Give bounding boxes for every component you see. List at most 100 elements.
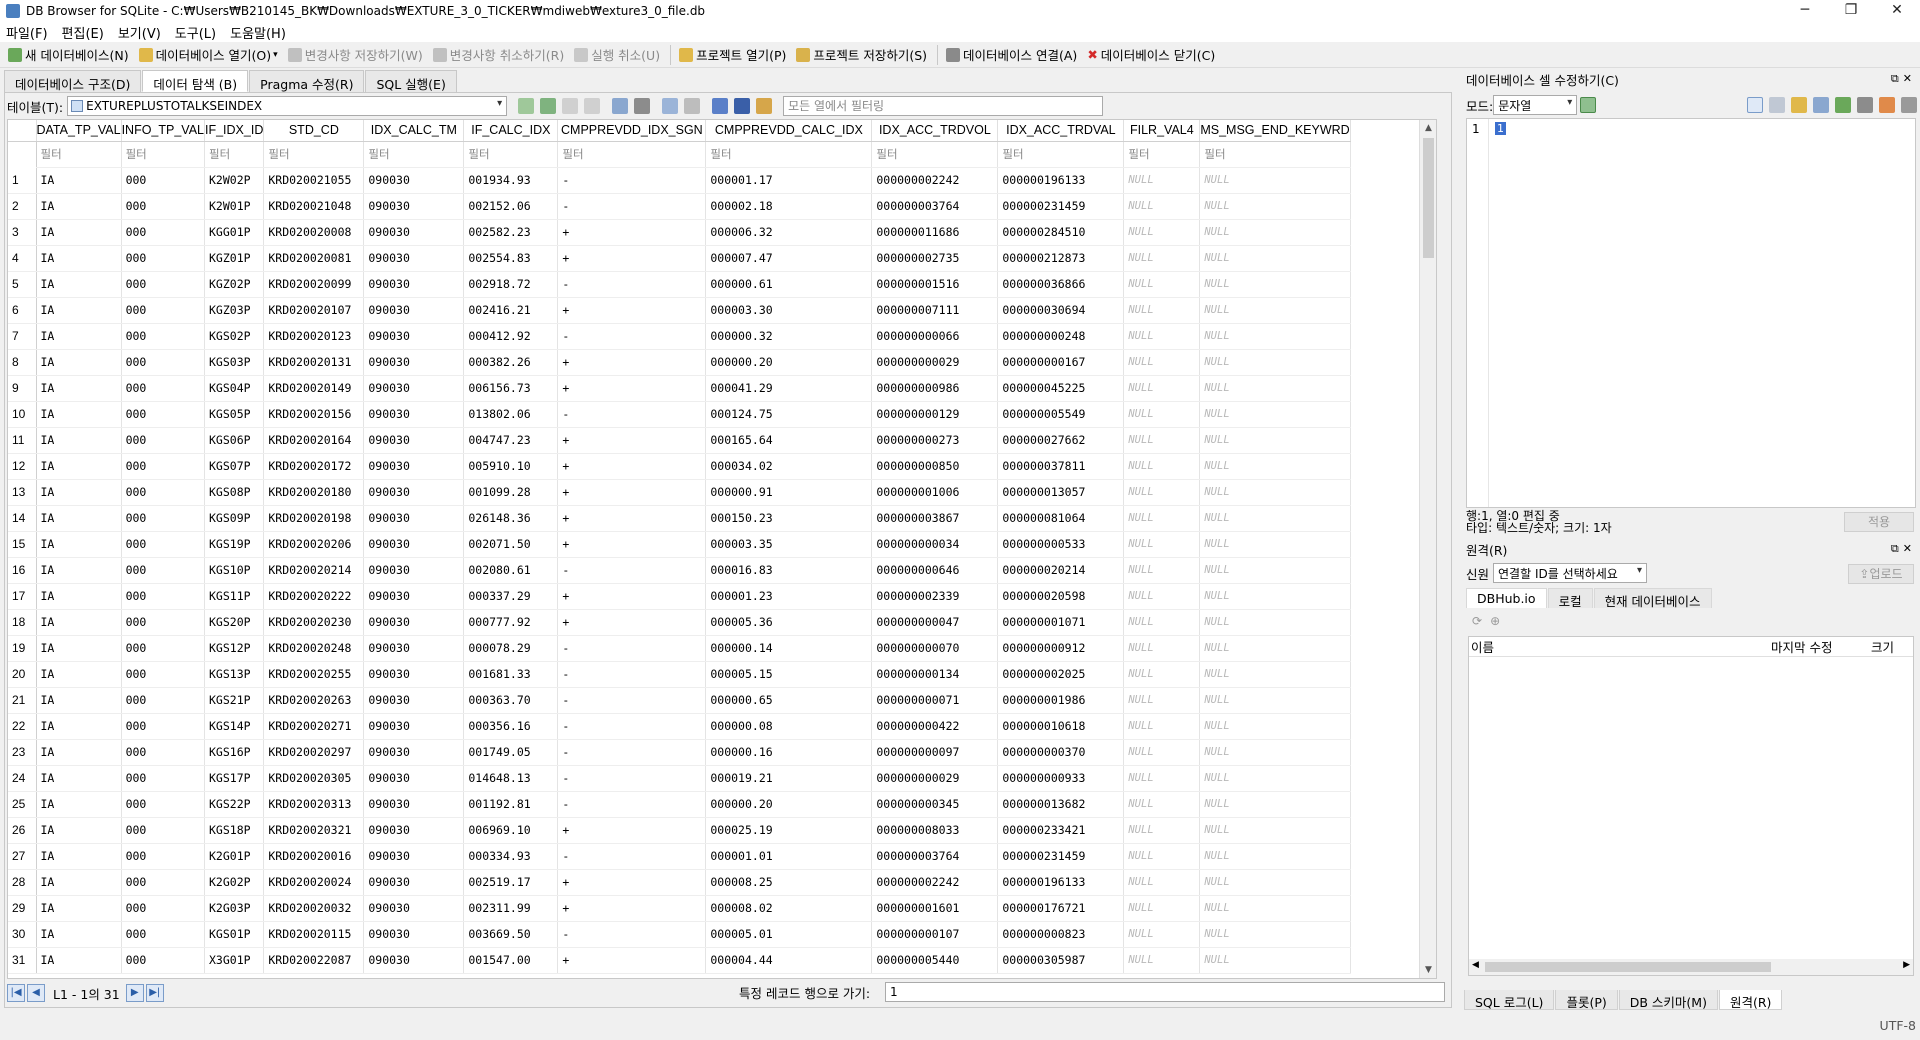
table-cell[interactable]: 000 xyxy=(121,895,206,922)
table-cell[interactable]: KGS22P xyxy=(204,791,265,818)
table-cell[interactable]: KGS01P xyxy=(204,921,265,948)
table-cell[interactable]: 000000000107 xyxy=(871,921,999,948)
first-record-icon[interactable]: |◀ xyxy=(7,984,25,1002)
table-cell[interactable]: 000000003764 xyxy=(871,193,999,220)
column-header[interactable]: CMPPREVDD_CALC_IDX xyxy=(705,120,873,142)
table-cell[interactable]: 090030 xyxy=(363,375,465,402)
table-cell[interactable]: NULL xyxy=(1123,505,1201,532)
table-cell[interactable]: + xyxy=(557,505,707,532)
table-cell[interactable]: 001192.81 xyxy=(463,791,559,818)
table-cell[interactable]: 000 xyxy=(121,661,206,688)
table-cell[interactable]: 000000010618 xyxy=(997,713,1125,740)
table-cell[interactable]: 090030 xyxy=(363,895,465,922)
row-number[interactable]: 21 xyxy=(8,687,37,714)
table-cell[interactable]: KRD020020123 xyxy=(263,323,365,350)
table-cell[interactable]: NULL xyxy=(1123,401,1201,428)
table-cell[interactable]: - xyxy=(557,271,707,298)
table-cell[interactable]: 000000176721 xyxy=(997,895,1125,922)
column-filter-input[interactable]: 필터 xyxy=(120,140,206,168)
table-cell[interactable]: IA xyxy=(36,245,122,272)
table-cell[interactable]: 002519.17 xyxy=(463,869,559,896)
table-cell[interactable]: KRD020020008 xyxy=(263,219,365,246)
table-cell[interactable]: NULL xyxy=(1123,453,1201,480)
table-cell[interactable]: 000000027662 xyxy=(997,427,1125,454)
table-cell[interactable]: 090030 xyxy=(363,791,465,818)
print-icon[interactable] xyxy=(1901,97,1917,113)
table-cell[interactable]: + xyxy=(557,583,707,610)
table-cell[interactable]: 000 xyxy=(121,687,206,714)
column-header[interactable]: STD_CD xyxy=(263,120,365,142)
column-last-modified[interactable]: 마지막 수정 xyxy=(1771,637,1871,656)
table-cell[interactable]: 090030 xyxy=(363,245,465,272)
column-filter-input[interactable]: 필터 xyxy=(1123,140,1201,168)
row-number[interactable]: 28 xyxy=(8,869,37,896)
table-cell[interactable]: KGS08P xyxy=(204,479,265,506)
row-number[interactable]: 20 xyxy=(8,661,37,688)
table-cell[interactable]: - xyxy=(557,921,707,948)
table-cell[interactable]: 000000011686 xyxy=(871,219,999,246)
row-number[interactable]: 13 xyxy=(8,479,37,506)
table-cell[interactable]: + xyxy=(557,531,707,558)
table-cell[interactable]: 000000003867 xyxy=(871,505,999,532)
table-cell[interactable]: KRD020020313 xyxy=(263,791,365,818)
goto-record-input[interactable]: 1 xyxy=(885,982,1445,1002)
tab-current-database[interactable]: 현재 데이터베이스 xyxy=(1593,588,1712,609)
table-cell[interactable]: 000000007111 xyxy=(871,297,999,324)
table-cell[interactable]: 000000013057 xyxy=(997,479,1125,506)
table-cell[interactable]: + xyxy=(557,453,707,480)
table-row[interactable]: 30 IA 000 KGS01P KRD020020115 090030 003669.50… xyxy=(8,921,1351,948)
table-cell[interactable]: NULL xyxy=(1199,791,1351,818)
column-filter-input[interactable]: 필터 xyxy=(363,140,465,168)
table-cell[interactable]: NULL xyxy=(1199,427,1351,454)
table-cell[interactable]: 090030 xyxy=(363,739,465,766)
table-cell[interactable]: KRD020020156 xyxy=(263,401,365,428)
table-cell[interactable]: 000 xyxy=(121,271,206,298)
table-row[interactable]: 25 IA 000 KGS22P KRD020020313 090030 001192.81… xyxy=(8,791,1351,818)
table-cell[interactable]: 090030 xyxy=(363,817,465,844)
text-mode-icon[interactable] xyxy=(1747,97,1763,113)
clone-icon[interactable]: ⊕ xyxy=(1490,614,1500,628)
table-cell[interactable]: 090030 xyxy=(363,583,465,610)
table-row[interactable]: 6 IA 000 KGZ03P KRD020020107 090030 002416.21 +… xyxy=(8,297,1351,324)
table-cell[interactable]: 000000020214 xyxy=(997,557,1125,584)
table-cell[interactable]: 000000000646 xyxy=(871,557,999,584)
table-cell[interactable]: K2G02P xyxy=(204,869,265,896)
table-cell[interactable]: 000000030694 xyxy=(997,297,1125,324)
table-cell[interactable]: + xyxy=(557,297,707,324)
table-cell[interactable]: 000 xyxy=(121,817,206,844)
close-panel-icon[interactable]: ✕ xyxy=(1903,72,1916,85)
table-cell[interactable]: 000 xyxy=(121,635,206,662)
table-cell[interactable]: + xyxy=(557,947,707,974)
table-cell[interactable]: 006969.10 xyxy=(463,817,559,844)
table-cell[interactable]: KRD020020321 xyxy=(263,817,365,844)
table-cell[interactable]: 000000000129 xyxy=(871,401,999,428)
menu-view[interactable]: 보기(V) xyxy=(118,23,161,42)
table-cell[interactable]: NULL xyxy=(1199,635,1351,662)
table-cell[interactable]: 001934.93 xyxy=(463,167,559,194)
table-cell[interactable]: KRD020020230 xyxy=(263,609,365,636)
table-cell[interactable]: 000000002025 xyxy=(997,661,1125,688)
table-row[interactable]: 1 IA 000 K2W02P KRD020021055 090030 001934.93-… xyxy=(8,167,1351,194)
tab-execute-sql[interactable]: SQL 실행(E) xyxy=(365,70,457,92)
row-number[interactable]: 14 xyxy=(8,505,37,532)
column-header[interactable]: IF_IDX_ID xyxy=(204,120,265,142)
table-cell[interactable]: 002071.50 xyxy=(463,531,559,558)
table-cell[interactable]: NULL xyxy=(1123,167,1201,194)
table-cell[interactable]: 000000196133 xyxy=(997,167,1125,194)
table-cell[interactable]: KRD020020305 xyxy=(263,765,365,792)
table-cell[interactable]: 000000.61 xyxy=(705,271,873,298)
table-cell[interactable]: 000 xyxy=(121,349,206,376)
apply-button[interactable]: 적용 xyxy=(1844,512,1914,532)
set-null-icon[interactable] xyxy=(1835,97,1851,113)
table-cell[interactable]: 000000000034 xyxy=(871,531,999,558)
table-cell[interactable]: KGS20P xyxy=(204,609,265,636)
table-cell[interactable]: 000363.70 xyxy=(463,687,559,714)
font-icon[interactable] xyxy=(712,98,729,114)
close-database-button[interactable]: ✖ 데이터베이스 닫기(C) xyxy=(1087,45,1215,64)
table-cell[interactable]: 000000001071 xyxy=(997,609,1125,636)
table-cell[interactable]: 090030 xyxy=(363,635,465,662)
table-cell[interactable]: KGZ03P xyxy=(204,297,265,324)
table-cell[interactable]: 000000196133 xyxy=(997,869,1125,896)
table-cell[interactable]: 000777.92 xyxy=(463,609,559,636)
column-filter-input[interactable]: 필터 xyxy=(1199,140,1351,168)
